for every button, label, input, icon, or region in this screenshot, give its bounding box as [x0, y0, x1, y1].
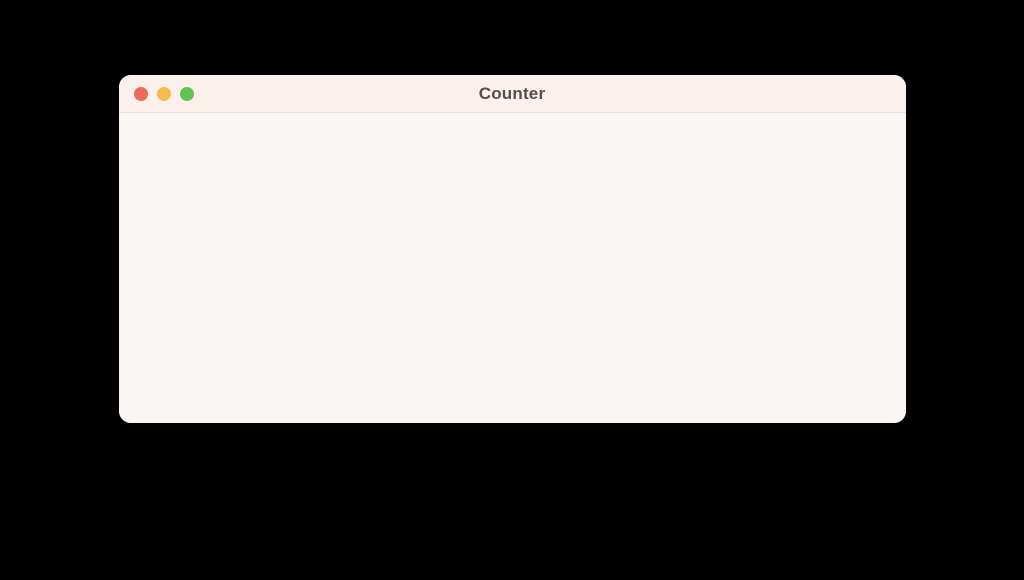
titlebar[interactable]: Counter [119, 75, 906, 113]
minimize-icon[interactable] [157, 87, 171, 101]
window-title: Counter [119, 84, 906, 104]
app-window: Counter [119, 75, 906, 423]
maximize-icon[interactable] [180, 87, 194, 101]
traffic-lights [119, 87, 194, 101]
close-icon[interactable] [134, 87, 148, 101]
window-content [119, 113, 906, 423]
